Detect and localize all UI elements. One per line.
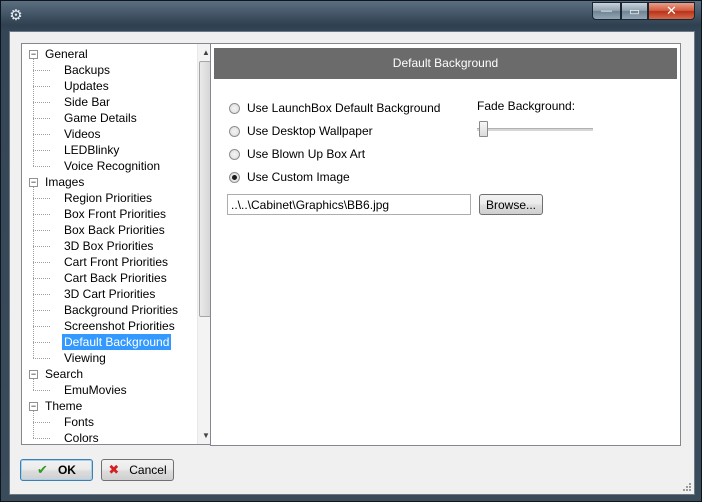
tree-connector bbox=[33, 102, 50, 103]
settings-tree: − General Backups Updates Side Bar Game Detai… bbox=[21, 43, 214, 445]
tree-connector bbox=[33, 310, 50, 311]
tree-item-label: Colors bbox=[64, 431, 99, 445]
minimize-icon: — bbox=[601, 5, 612, 17]
tree-item-label: Region Priorities bbox=[64, 191, 153, 205]
tree-item-label: Updates bbox=[64, 79, 109, 93]
background-option[interactable]: Use Desktop Wallpaper bbox=[229, 123, 373, 139]
title-bar[interactable]: ⚙ — ▭ ✕ bbox=[1, 1, 702, 31]
caption-buttons: — ▭ ✕ bbox=[592, 2, 695, 21]
tree-connector bbox=[33, 326, 50, 327]
panel-header: Default Background bbox=[214, 48, 677, 79]
minimize-button[interactable]: — bbox=[592, 2, 621, 20]
tree-connector bbox=[33, 278, 50, 279]
tree-item-label: Viewing bbox=[64, 351, 106, 365]
radio-label: Use Custom Image bbox=[247, 170, 350, 184]
tree-connector bbox=[33, 342, 50, 343]
close-button[interactable]: ✕ bbox=[648, 2, 695, 20]
resize-grip-icon[interactable] bbox=[682, 482, 692, 492]
radio-button[interactable] bbox=[229, 102, 240, 114]
radio-button[interactable] bbox=[229, 148, 240, 160]
cross-icon: ✖ bbox=[108, 462, 120, 477]
collapse-icon[interactable]: − bbox=[29, 178, 38, 187]
tree-connector bbox=[33, 166, 50, 167]
collapse-icon[interactable]: − bbox=[29, 50, 38, 59]
tree-item-label: Side Bar bbox=[64, 95, 111, 109]
fade-background-slider[interactable] bbox=[479, 121, 488, 137]
radio-label: Use Desktop Wallpaper bbox=[247, 124, 373, 138]
tree-item-label: LEDBlinky bbox=[64, 143, 120, 157]
tree-connector bbox=[33, 246, 50, 247]
default-background-panel: Default Background Use LaunchBox Default… bbox=[210, 43, 681, 446]
tree-connector bbox=[33, 262, 50, 263]
tree-connector bbox=[33, 118, 50, 119]
tree-connector bbox=[33, 134, 50, 135]
tree-item-label: Cart Back Priorities bbox=[64, 271, 167, 285]
tree-item-label: Game Details bbox=[64, 111, 137, 125]
tree-vertical-connector bbox=[33, 59, 34, 166]
tree-group-label: Images bbox=[45, 175, 85, 189]
tree-item-label: 3D Box Priorities bbox=[64, 239, 154, 253]
maximize-icon: ▭ bbox=[629, 5, 640, 18]
tree-connector bbox=[33, 438, 50, 439]
tree-group-label: Theme bbox=[45, 399, 83, 413]
tree-connector bbox=[33, 358, 50, 359]
gear-icon: ⚙ bbox=[9, 7, 23, 24]
tree-item-label: Cart Front Priorities bbox=[64, 255, 169, 269]
tree-vertical-connector bbox=[33, 411, 34, 438]
tree-item-label: 3D Cart Priorities bbox=[64, 287, 156, 301]
tree-item-label: Background Priorities bbox=[64, 303, 179, 317]
background-option[interactable]: Use Blown Up Box Art bbox=[229, 146, 365, 162]
dialog-client-area: − General Backups Updates Side Bar Game Detai… bbox=[9, 31, 695, 495]
background-option[interactable]: Use Custom Image bbox=[229, 169, 350, 185]
ok-label: OK bbox=[57, 463, 76, 477]
tree-item-label: Videos bbox=[64, 127, 101, 141]
tree-item-label: Box Back Priorities bbox=[64, 223, 165, 237]
custom-image-path-input[interactable] bbox=[227, 194, 471, 215]
tree-connector bbox=[33, 214, 50, 215]
tree-connector bbox=[33, 422, 50, 423]
tree-item-label: Voice Recognition bbox=[64, 159, 161, 173]
maximize-button[interactable]: ▭ bbox=[621, 2, 648, 20]
tree-vertical-connector bbox=[33, 187, 34, 358]
ok-button[interactable]: ✔ OK bbox=[20, 459, 93, 481]
tree-item-label: Default Background bbox=[62, 334, 172, 350]
background-option[interactable]: Use LaunchBox Default Background bbox=[229, 100, 440, 116]
tree-item-label: Screenshot Priorities bbox=[64, 319, 175, 333]
collapse-icon[interactable]: − bbox=[29, 402, 38, 411]
tree-connector bbox=[33, 230, 50, 231]
checkmark-icon: ✔ bbox=[37, 462, 48, 477]
radio-label: Use LaunchBox Default Background bbox=[247, 101, 441, 115]
tree-group-label: Search bbox=[45, 367, 84, 381]
fade-background-track[interactable] bbox=[477, 128, 593, 132]
radio-button[interactable] bbox=[229, 125, 240, 137]
tree-connector bbox=[33, 294, 50, 295]
collapse-icon[interactable]: − bbox=[29, 370, 38, 379]
radio-label: Use Blown Up Box Art bbox=[247, 147, 366, 161]
tree-item-label: EmuMovies bbox=[64, 383, 127, 397]
tree-connector bbox=[33, 198, 50, 199]
cancel-label: Cancel bbox=[129, 463, 167, 477]
options-window: ⚙ — ▭ ✕ − General Backups Updates Side Bar Ga… bbox=[0, 0, 702, 502]
tree-item-label: Fonts bbox=[64, 415, 95, 429]
tree-connector bbox=[33, 70, 50, 71]
tree-item-label: Backups bbox=[64, 63, 111, 77]
fade-background-label: Fade Background: bbox=[477, 99, 576, 113]
cancel-button[interactable]: ✖ Cancel bbox=[101, 459, 174, 481]
tree-item-label: Box Front Priorities bbox=[64, 207, 167, 221]
tree-connector bbox=[33, 150, 50, 151]
tree-group-label: General bbox=[45, 47, 88, 61]
browse-button[interactable]: Browse... bbox=[479, 194, 543, 215]
tree-vertical-connector bbox=[33, 379, 34, 390]
radio-button[interactable] bbox=[229, 171, 240, 183]
tree-connector bbox=[33, 390, 50, 391]
tree-connector bbox=[33, 86, 50, 87]
close-icon: ✕ bbox=[666, 3, 677, 18]
